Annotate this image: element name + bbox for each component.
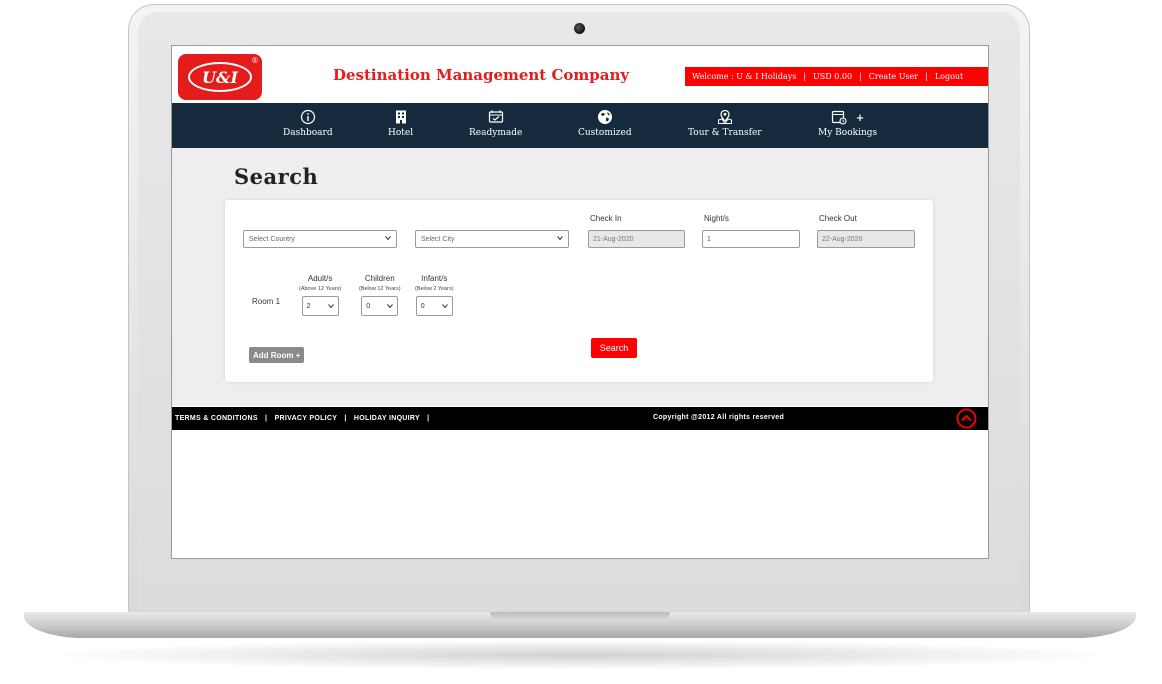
topbar-separator: | [859, 72, 862, 81]
nav-item-hotel[interactable]: Hotel [388, 109, 413, 138]
logo[interactable]: U&I ® [178, 54, 262, 100]
welcome-text: Welcome : U & I Holidays [692, 72, 797, 81]
check-out-field[interactable]: 22-Aug-2020 [817, 230, 915, 248]
topbar-separator: | [803, 72, 807, 81]
globe-icon [597, 110, 612, 124]
package-icon [488, 110, 503, 123]
nav-label: Readymade [469, 128, 523, 138]
nights-field[interactable]: 1 [702, 230, 800, 248]
chevron-down-icon [327, 304, 334, 309]
footer-separator: | [344, 415, 347, 422]
nav-item-readymade[interactable]: Readymade [469, 109, 522, 138]
nav-label: Customized [578, 128, 632, 138]
children-select[interactable]: 0 [361, 296, 399, 316]
infants-group: Infant/s (Below 2 Years) 0 [415, 274, 454, 316]
nav-item-my-bookings[interactable]: + My Bookings [818, 109, 877, 138]
main-content: Search Select Country Select City Check … [172, 148, 988, 406]
chevron-down-icon [385, 236, 391, 241]
check-in-field[interactable]: 21-Aug-2020 [588, 230, 685, 248]
nav-label: My Bookings [818, 128, 878, 138]
laptop-shadow [40, 640, 1120, 670]
logout-link[interactable]: Logout [935, 72, 963, 81]
copyright-text: Copyright @2012 All rights reserved [653, 414, 785, 421]
bookings-icon-group: + [831, 109, 864, 128]
laptop-notch [490, 612, 670, 620]
chevron-down-icon [557, 236, 563, 241]
infants-select[interactable]: 0 [415, 296, 453, 316]
city-select-value: Select City [421, 235, 455, 243]
country-select[interactable]: Select Country [243, 230, 397, 248]
browser-screen: U&I ® Destination Management Company Wel… [171, 45, 989, 559]
logo-text: U&I [188, 62, 252, 92]
nav-item-customized[interactable]: Customized [578, 109, 632, 138]
search-button[interactable]: Search [591, 338, 637, 358]
inquiry-link[interactable]: HOLIDAY INQUIRY [354, 415, 420, 422]
adults-select[interactable]: 2 [301, 296, 339, 316]
nav-label: Dashboard [283, 128, 333, 138]
registered-mark: ® [252, 56, 258, 65]
privacy-link[interactable]: PRIVACY POLICY [275, 415, 338, 422]
building-icon [395, 110, 406, 124]
chevron-down-icon [387, 304, 394, 309]
children-group: Children (Below 12 Years) 0 [359, 274, 401, 316]
map-pin-icon [717, 109, 732, 125]
topbar-separator: | [925, 72, 928, 81]
main-nav: Dashboard Hotel Readymade Customized Tou… [172, 103, 988, 148]
site-footer: TERMS & CONDITIONS | PRIVACY POLICY | HO… [172, 407, 988, 430]
infants-label: Infant/s [421, 274, 448, 283]
camera-icon [574, 23, 585, 34]
check-out-label: Check Out [819, 214, 857, 223]
nav-item-dashboard[interactable]: Dashboard [283, 109, 333, 138]
infants-sub-label: (Below 2 Years) [415, 286, 454, 292]
footer-separator: | [427, 415, 430, 422]
nights-label: Night/s [704, 214, 729, 223]
nav-label: Hotel [388, 128, 414, 138]
plus-icon: + [855, 113, 865, 124]
check-in-label: Check In [590, 214, 622, 223]
terms-link[interactable]: TERMS & CONDITIONS [175, 415, 258, 422]
children-select-value: 0 [366, 302, 371, 310]
room-label: Room 1 [252, 297, 281, 306]
children-sub-label: (Below 12 Years) [359, 286, 401, 292]
chevron-down-icon [441, 304, 448, 309]
company-title: Destination Management Company [333, 66, 630, 84]
info-icon [300, 109, 315, 125]
calendar-icon [831, 110, 847, 125]
infants-select-value: 0 [420, 302, 425, 310]
search-panel: Select Country Select City Check In 21-A… [225, 200, 933, 382]
page-title: Search [234, 164, 319, 189]
scroll-to-top-icon[interactable] [956, 408, 977, 429]
footer-separator: | [265, 415, 268, 422]
site-header: U&I ® Destination Management Company Wel… [172, 46, 988, 103]
adults-group: Adult/s (Above 12 Years) 2 [299, 274, 341, 316]
adults-label: Adult/s [307, 274, 333, 283]
nav-label: Tour & Transfer [688, 128, 762, 138]
children-label: Children [364, 274, 395, 283]
adults-sub-label: (Above 12 Years) [299, 286, 342, 292]
balance-text: USD 0.00 [813, 72, 853, 81]
adults-select-value: 2 [306, 302, 311, 310]
nav-item-tour-transfer[interactable]: Tour & Transfer [688, 109, 762, 138]
create-user-link[interactable]: Create User [869, 72, 918, 81]
city-select[interactable]: Select City [415, 230, 569, 248]
add-room-button[interactable]: Add Room + [249, 347, 305, 363]
country-select-value: Select Country [249, 235, 295, 243]
footer-links: TERMS & CONDITIONS | PRIVACY POLICY | HO… [175, 415, 434, 422]
user-topbar: Welcome : U & I Holidays | USD 0.00 | Cr… [685, 67, 988, 86]
